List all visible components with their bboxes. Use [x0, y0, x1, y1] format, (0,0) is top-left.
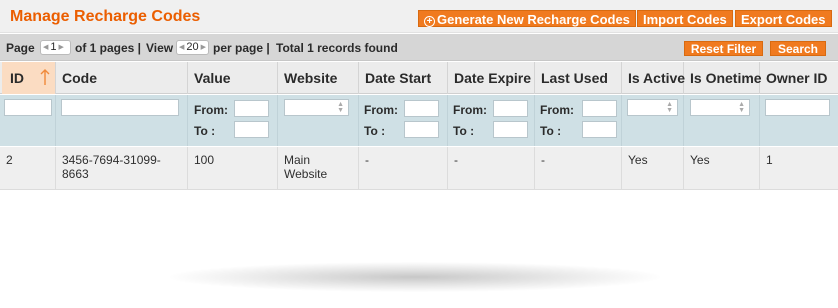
of-pages-text: of 1 pages |	[75, 41, 142, 55]
filter-id-input[interactable]	[4, 99, 52, 116]
cell-id: 2	[0, 147, 56, 190]
filter-date-expire-from-input[interactable]	[493, 100, 528, 117]
column-header-date-start[interactable]: Date Start	[359, 62, 448, 94]
filter-is-active-select[interactable]: ▲ ▼	[627, 99, 678, 116]
filter-owner-id-input[interactable]	[765, 99, 830, 116]
prev-page-icon[interactable]: ◀	[41, 41, 50, 54]
date-expire-from-label: From:	[453, 103, 487, 117]
column-header-date-expire[interactable]: Date Expire	[448, 62, 535, 94]
cell-date-expire: -	[448, 147, 535, 190]
filter-is-onetime-select[interactable]: ▲ ▼	[690, 99, 750, 116]
filter-value-from-input[interactable]	[234, 100, 269, 117]
cell-is-onetime: Yes	[684, 147, 760, 190]
cell-website: Main Website	[278, 147, 359, 190]
filter-last-used-from-input[interactable]	[582, 100, 617, 117]
filter-cell-owner-id	[760, 95, 838, 146]
per-page-value: 20	[186, 41, 199, 53]
filter-row: From: To : ▲ ▼ From: To : From: To : From…	[0, 95, 838, 146]
decorative-shadow	[170, 262, 660, 292]
last-used-from-label: From:	[540, 103, 574, 117]
total-records-text: Total 1 records found	[276, 41, 398, 55]
cell-value: 100	[188, 147, 278, 190]
filter-cell-website: ▲ ▼	[278, 95, 359, 146]
select-arrows-icon: ▲ ▼	[666, 101, 673, 114]
column-header-label: ID	[10, 70, 24, 86]
page-header: Manage Recharge Codes + Generate New Rech…	[0, 0, 838, 33]
pager-bar: Page ◀ 1 ▶ of 1 pages | View ◀ 20 ▶ per page…	[0, 34, 838, 61]
filter-cell-is-onetime: ▲ ▼	[684, 95, 760, 146]
date-start-to-label: To :	[364, 124, 386, 138]
sort-ascending-icon	[40, 69, 50, 85]
filter-cell-id	[0, 95, 56, 146]
select-arrows-icon: ▲ ▼	[738, 101, 745, 114]
view-label: View	[146, 41, 174, 55]
cell-owner-id: 1	[766, 153, 773, 167]
select-arrows-icon: ▲ ▼	[337, 101, 344, 114]
filter-cell-last-used: From: To :	[535, 95, 622, 146]
filter-website-select[interactable]: ▲ ▼	[284, 99, 349, 116]
prev-limit-icon[interactable]: ◀	[177, 41, 186, 54]
column-header-code[interactable]: Code	[56, 62, 188, 94]
cell-last-used: -	[535, 147, 622, 190]
column-header-is-active[interactable]: Is Active	[622, 62, 685, 94]
next-page-icon[interactable]: ▶	[57, 41, 66, 54]
column-header-is-onetime[interactable]: Is Onetime	[684, 62, 762, 94]
filter-cell-value: From: To :	[188, 95, 278, 146]
page-label: Page	[6, 41, 35, 55]
filter-date-start-from-input[interactable]	[404, 100, 439, 117]
filter-code-input[interactable]	[61, 99, 179, 116]
plus-circle-icon: +	[424, 16, 435, 27]
filter-cell-date-expire: From: To :	[448, 95, 535, 146]
filter-cell-code	[56, 95, 188, 146]
value-to-label: To :	[194, 124, 216, 138]
value-from-label: From:	[194, 103, 228, 117]
column-header-website[interactable]: Website	[278, 62, 359, 94]
filter-value-to-input[interactable]	[234, 121, 269, 138]
next-limit-icon[interactable]: ▶	[199, 41, 208, 54]
import-codes-button[interactable]: Import Codes	[637, 10, 733, 27]
filter-cell-date-start: From: To :	[359, 95, 448, 146]
cell-date-start: -	[359, 147, 448, 190]
cell-code: 3456-7694-31099-8663	[56, 147, 188, 190]
column-header-owner-id[interactable]: Owner ID	[760, 62, 838, 94]
per-page-select[interactable]: ◀ 20 ▶	[176, 40, 209, 55]
column-header-id[interactable]: ID	[2, 62, 56, 94]
filter-cell-is-active: ▲ ▼	[622, 95, 684, 146]
date-start-from-label: From:	[364, 103, 398, 117]
filter-date-expire-to-input[interactable]	[493, 121, 528, 138]
per-page-text: per page |	[213, 41, 270, 55]
search-button[interactable]: Search	[770, 41, 826, 56]
last-used-to-label: To :	[540, 124, 562, 138]
reset-filter-button[interactable]: Reset Filter	[684, 41, 763, 56]
column-header-last-used[interactable]: Last Used	[535, 62, 622, 94]
generate-codes-label: Generate New Recharge Codes	[437, 12, 630, 27]
table-row[interactable]: 2 3456-7694-31099-8663 100 Main Website …	[0, 147, 838, 190]
filter-date-start-to-input[interactable]	[404, 121, 439, 138]
table-header: ID Code Value Website Date Start Date Ex…	[0, 62, 838, 94]
date-expire-to-label: To :	[453, 124, 475, 138]
cell-is-active: Yes	[622, 147, 684, 190]
column-header-value[interactable]: Value	[188, 62, 278, 94]
filter-last-used-to-input[interactable]	[582, 121, 617, 138]
page-title: Manage Recharge Codes	[10, 8, 201, 25]
export-codes-button[interactable]: Export Codes	[735, 10, 832, 27]
page-number-input[interactable]: ◀ 1 ▶	[40, 40, 71, 55]
generate-codes-button[interactable]: + Generate New Recharge Codes	[418, 10, 636, 27]
